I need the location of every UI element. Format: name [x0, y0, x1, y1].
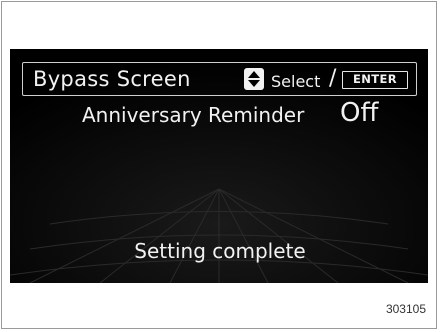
- select-hint-label: Select: [271, 72, 321, 91]
- enter-button-icon: ENTER: [342, 71, 408, 89]
- screen-title: Bypass Screen: [33, 67, 191, 91]
- status-message: Setting complete: [134, 239, 306, 263]
- hint-separator: /: [329, 66, 337, 91]
- anniversary-reminder-label: Anniversary Reminder: [82, 103, 305, 127]
- up-down-arrows-icon: [244, 68, 264, 90]
- anniversary-reminder-value[interactable]: Off: [340, 96, 378, 130]
- figure-code: 303105: [385, 302, 426, 316]
